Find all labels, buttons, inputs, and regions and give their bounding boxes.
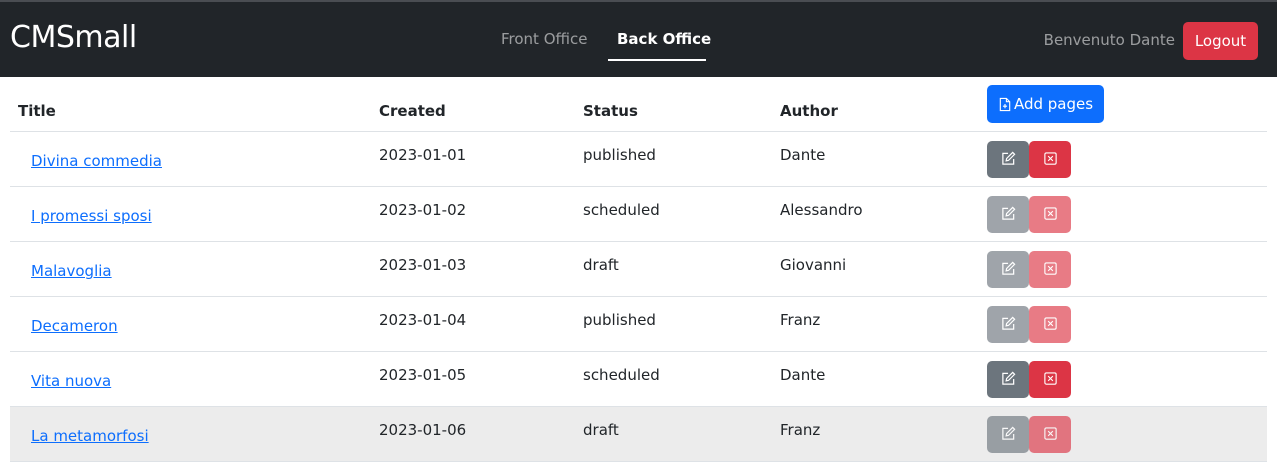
x-square-icon [1043, 261, 1058, 279]
page-title-link[interactable]: Divina commedia [31, 152, 162, 170]
author-name: Giovanni [780, 256, 847, 274]
created-date: 2023-01-04 [379, 311, 467, 329]
page-title-link[interactable]: Vita nuova [31, 372, 111, 390]
table-body: Divina commedia 2023-01-01 published Dante I… [10, 132, 1267, 462]
page-title-link[interactable]: La metamorfosi [31, 427, 149, 445]
delete-button[interactable] [1029, 416, 1071, 453]
status-text: published [583, 311, 656, 329]
created-date: 2023-01-03 [379, 256, 467, 274]
table-row: Malavoglia 2023-01-03 draft Giovanni [10, 242, 1267, 297]
pencil-square-icon [1001, 426, 1016, 444]
author-name: Dante [780, 366, 826, 384]
table-row: Divina commedia 2023-01-01 published Dante [10, 132, 1267, 187]
file-plus-icon [999, 97, 1011, 111]
pencil-square-icon [1001, 206, 1016, 224]
table-row: I promessi sposi 2023-01-02 scheduled Aless… [10, 187, 1267, 242]
created-date: 2023-01-01 [379, 146, 467, 164]
delete-button[interactable] [1029, 306, 1071, 343]
add-pages-label: Add pages [1013, 95, 1094, 113]
created-date: 2023-01-05 [379, 366, 467, 384]
delete-button[interactable] [1029, 251, 1071, 288]
header-title: Title [18, 102, 56, 120]
delete-button[interactable] [1029, 141, 1071, 178]
welcome-text: Benvenuto Dante [1043, 31, 1175, 49]
edit-button[interactable] [987, 416, 1029, 453]
edit-button[interactable] [987, 141, 1029, 178]
brand-logo[interactable]: CMSmall [10, 20, 137, 55]
table-row: Vita nuova 2023-01-05 scheduled Dante [10, 352, 1267, 407]
delete-button[interactable] [1029, 196, 1071, 233]
header-created: Created [379, 102, 446, 120]
status-text: published [583, 146, 656, 164]
created-date: 2023-01-06 [379, 421, 467, 439]
author-name: Franz [780, 421, 821, 439]
x-square-icon [1043, 151, 1058, 169]
status-text: scheduled [583, 366, 660, 384]
page-title-link[interactable]: I promessi sposi [31, 207, 152, 225]
author-name: Alessandro [780, 201, 863, 219]
edit-button[interactable] [987, 361, 1029, 398]
page-title-link[interactable]: Decameron [31, 317, 118, 335]
header-author: Author [780, 102, 838, 120]
x-square-icon [1043, 316, 1058, 334]
add-pages-button[interactable]: Add pages [987, 85, 1104, 123]
header-status: Status [583, 102, 638, 120]
x-square-icon [1043, 426, 1058, 444]
top-navbar: CMSmall Front Office Back Office Benvenu… [0, 0, 1277, 77]
pencil-square-icon [1001, 371, 1016, 389]
author-name: Franz [780, 311, 821, 329]
status-text: draft [583, 421, 619, 439]
created-date: 2023-01-02 [379, 201, 467, 219]
table-row: Decameron 2023-01-04 published Franz [10, 297, 1267, 352]
table-row: La metamorfosi 2023-01-06 draft Franz [10, 407, 1267, 462]
status-text: scheduled [583, 201, 660, 219]
nav-link-front-office[interactable]: Front Office [501, 30, 588, 48]
pencil-square-icon [1001, 261, 1016, 279]
page-title-link[interactable]: Malavoglia [31, 262, 112, 280]
author-name: Dante [780, 146, 826, 164]
x-square-icon [1043, 206, 1058, 224]
edit-button[interactable] [987, 306, 1029, 343]
edit-button[interactable] [987, 251, 1029, 288]
nav-link-back-office[interactable]: Back Office [617, 30, 711, 48]
table-header: Title Created Status Author Add pages [10, 77, 1267, 132]
logout-button[interactable]: Logout [1183, 22, 1258, 60]
delete-button[interactable] [1029, 361, 1071, 398]
active-nav-indicator [608, 59, 706, 61]
edit-button[interactable] [987, 196, 1029, 233]
pages-table: Title Created Status Author Add pages Di… [10, 77, 1267, 462]
pencil-square-icon [1001, 316, 1016, 334]
pencil-square-icon [1001, 151, 1016, 169]
status-text: draft [583, 256, 619, 274]
x-square-icon [1043, 371, 1058, 389]
